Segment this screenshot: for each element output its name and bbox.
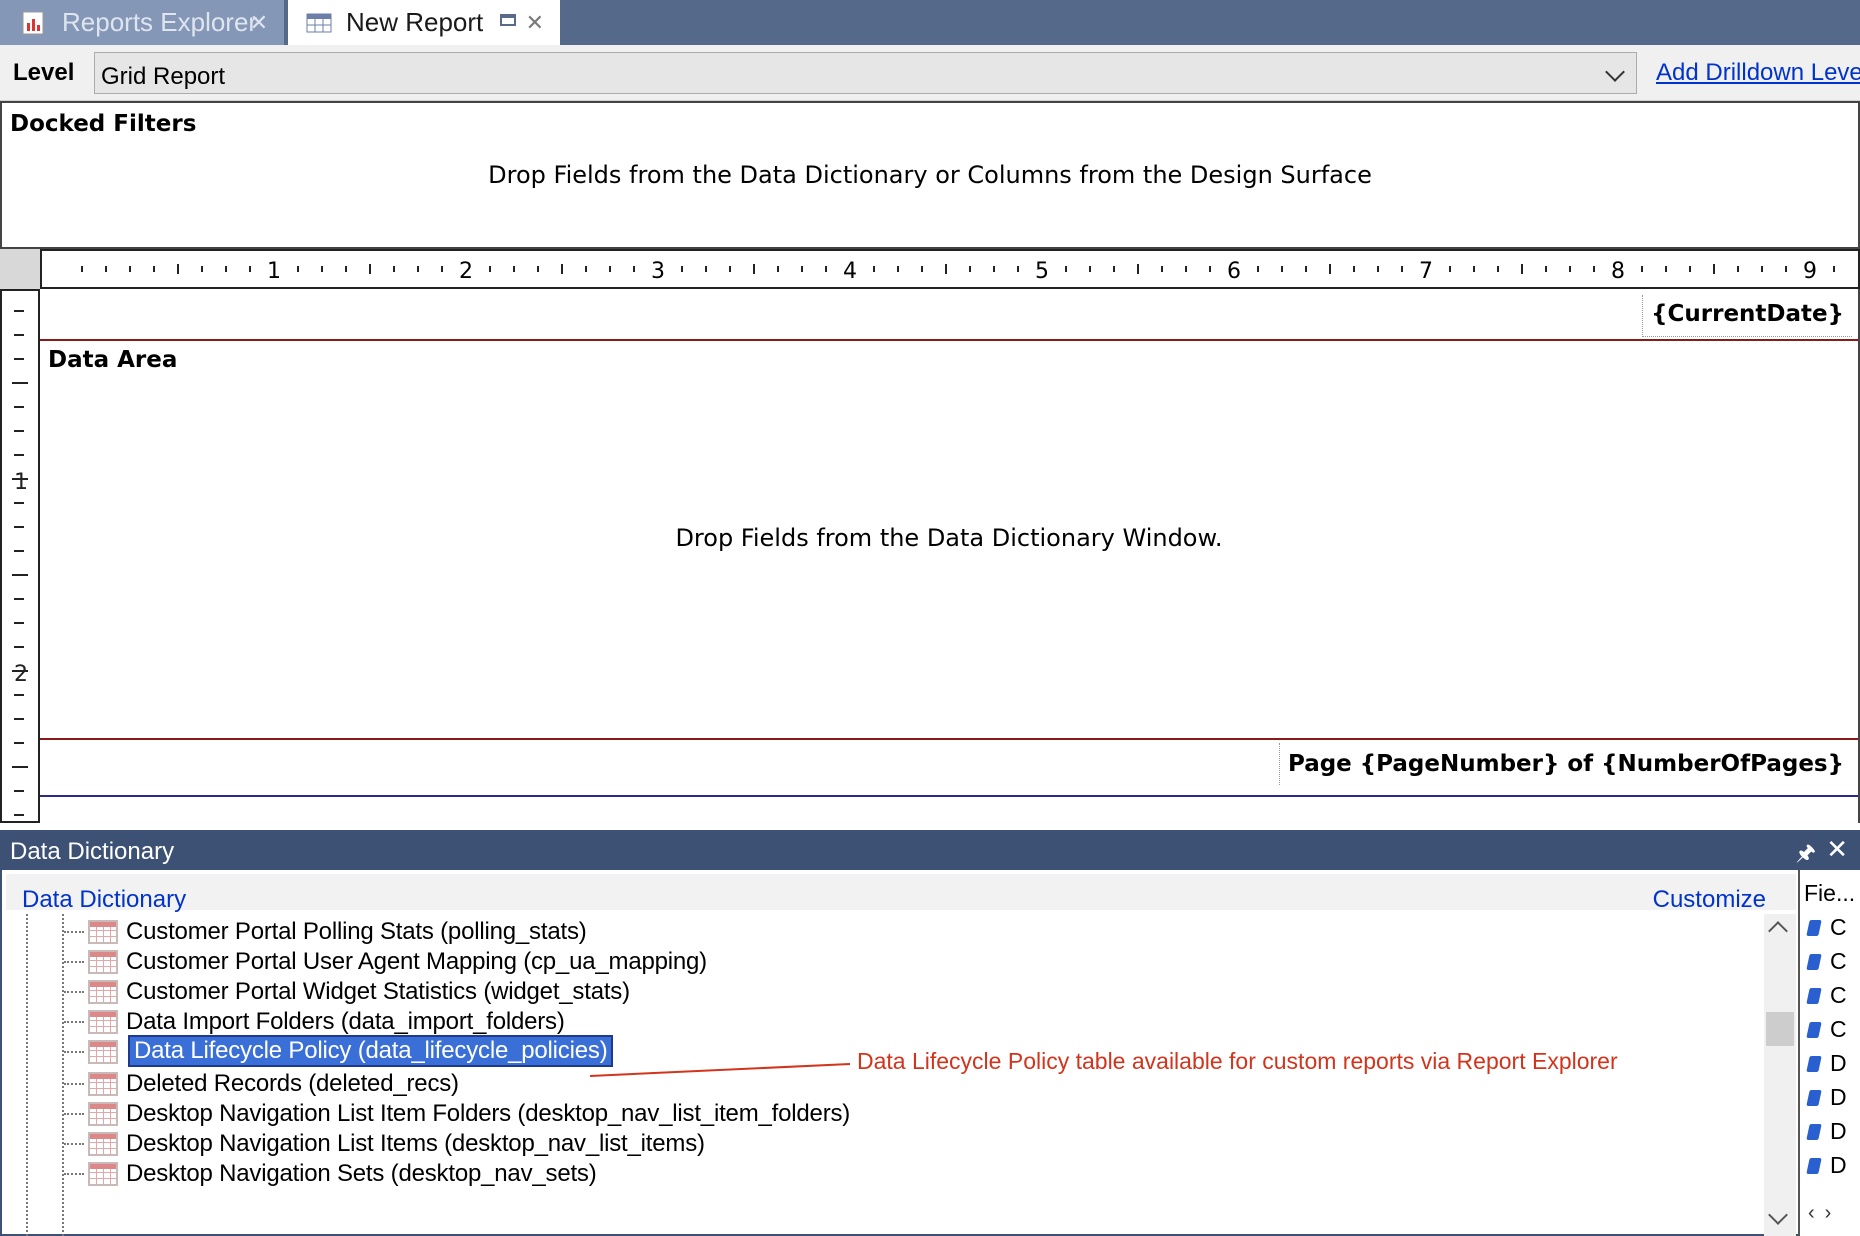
ruler-label: 1 (14, 470, 28, 495)
field-label: C (1830, 982, 1847, 1008)
table-icon (88, 1010, 118, 1034)
field-item[interactable]: C (1806, 1016, 1860, 1046)
field-icon (1806, 1124, 1822, 1140)
ruler-label: 5 (1035, 259, 1049, 284)
tree-item-label: Data Import Folders (data_import_folders… (126, 1008, 565, 1035)
docked-filters-title: Docked Filters (10, 111, 197, 137)
vertical-ruler: 12 (0, 289, 40, 823)
table-icon (88, 950, 118, 974)
scroll-thumb[interactable] (1766, 1012, 1794, 1046)
close-tab-icon[interactable]: ✕ (250, 10, 268, 36)
page-header-band[interactable]: {CurrentDate} (40, 289, 1858, 341)
pane-title: Data Dictionary (10, 838, 175, 865)
tab-label: Reports Explorer (62, 7, 258, 37)
tab-new-report[interactable]: New Report ✕ (288, 0, 560, 45)
field-item[interactable]: D (1806, 1152, 1860, 1182)
tree-item-label: Data Lifecycle Policy (data_lifecycle_po… (128, 1035, 614, 1067)
table-icon (88, 920, 118, 944)
field-item[interactable]: C (1806, 914, 1860, 944)
field-item[interactable]: D (1806, 1118, 1860, 1148)
data-dictionary-subheader: Data Dictionary Customize (6, 874, 1796, 913)
tree-item-label: Customer Portal User Agent Mapping (cp_u… (126, 948, 707, 975)
field-label: D (1830, 1152, 1847, 1178)
tree-item[interactable]: Desktop Navigation Sets (desktop_nav_set… (6, 1156, 1706, 1192)
data-dictionary-tree[interactable]: Customer Portal Polling Stats (polling_s… (6, 914, 1766, 1236)
report-bottom-divider (40, 795, 1858, 797)
field-label: C (1830, 948, 1847, 974)
fields-pane[interactable]: Fie... C C C C D D D D ‹› (1798, 870, 1860, 1236)
table-icon (88, 980, 118, 1004)
annotation-callout: Data Lifecycle Policy table available fo… (857, 1048, 1618, 1074)
data-dictionary-link[interactable]: Data Dictionary (22, 886, 186, 914)
scroll-up-icon[interactable] (1768, 921, 1788, 941)
table-icon (88, 1162, 118, 1186)
design-surface[interactable]: {CurrentDate} Data Area Drop Fields from… (40, 289, 1860, 823)
field-label: D (1830, 1084, 1847, 1110)
page-number-field[interactable]: Page {PageNumber} of {NumberOfPages} (1278, 743, 1852, 785)
field-label: C (1830, 1016, 1847, 1042)
current-date-field[interactable]: {CurrentDate} (1642, 295, 1852, 337)
table-icon (88, 1102, 118, 1126)
field-item[interactable]: C (1806, 948, 1860, 978)
tree-item-label: Desktop Navigation Sets (desktop_nav_set… (126, 1160, 597, 1187)
ruler-label: 7 (1419, 259, 1433, 284)
horizontal-ruler: 1 2 3 4 5 6 7 8 9 (40, 249, 1860, 289)
level-label: Level (13, 59, 75, 86)
field-icon (1806, 1022, 1822, 1038)
field-icon (1806, 920, 1822, 936)
table-icon (88, 1040, 118, 1064)
field-icon (1806, 1090, 1822, 1106)
close-tab-icon[interactable]: ✕ (526, 10, 544, 36)
add-drilldown-level-link[interactable]: Add Drilldown Level (1656, 59, 1860, 87)
ruler-label: 6 (1227, 259, 1241, 284)
field-item[interactable]: C (1806, 982, 1860, 1012)
customize-link[interactable]: Customize (1653, 886, 1766, 914)
fields-scroll-arrows-icon[interactable]: ‹› (1808, 1202, 1841, 1225)
fields-pane-header: Fie... (1804, 880, 1856, 906)
field-label: C (1830, 914, 1847, 940)
ruler-label: 8 (1611, 259, 1625, 284)
field-label: D (1830, 1050, 1847, 1076)
field-icon (1806, 988, 1822, 1004)
ruler-label: 1 (267, 259, 281, 284)
field-icon (1806, 1056, 1822, 1072)
field-label: D (1830, 1118, 1847, 1144)
tree-item-label: Deleted Records (deleted_recs) (126, 1070, 459, 1097)
close-icon[interactable]: ✕ (1826, 834, 1848, 865)
page-footer-divider (40, 738, 1858, 740)
field-item[interactable]: D (1806, 1084, 1860, 1114)
docked-filters-hint: Drop Fields from the Data Dictionary or … (488, 161, 1372, 189)
tree-item-label: Desktop Navigation List Item Folders (de… (126, 1100, 851, 1127)
docked-filters-panel[interactable]: Docked Filters Drop Fields from the Data… (0, 101, 1860, 249)
pin-icon[interactable]: 🖈 (1796, 836, 1816, 874)
level-toolbar: Level Grid Report Add Drilldown Level (0, 45, 1860, 101)
level-dropdown-value: Grid Report (101, 63, 226, 90)
level-dropdown[interactable]: Grid Report (94, 52, 1637, 94)
data-area-title: Data Area (48, 347, 178, 373)
chevron-down-icon[interactable] (1605, 62, 1625, 82)
ruler-label: 2 (14, 662, 28, 687)
tree-item-label: Desktop Navigation List Items (desktop_n… (126, 1130, 705, 1157)
tab-label: New Report (346, 7, 484, 37)
ruler-label: 3 (651, 259, 665, 284)
report-chart-icon (22, 11, 48, 35)
vertical-scrollbar[interactable] (1764, 914, 1796, 1236)
field-item[interactable]: D (1806, 1050, 1860, 1080)
ruler-corner (0, 249, 40, 289)
ruler-label: 4 (843, 259, 857, 284)
table-icon (88, 1072, 118, 1096)
report-grid-icon (306, 11, 332, 35)
table-icon (88, 1132, 118, 1156)
field-icon (1806, 954, 1822, 970)
ruler-label: 2 (459, 259, 473, 284)
tree-item-label: Customer Portal Widget Statistics (widge… (126, 978, 630, 1005)
float-window-icon[interactable] (500, 14, 516, 26)
scroll-down-icon[interactable] (1768, 1205, 1788, 1225)
tree-item-label: Customer Portal Polling Stats (polling_s… (126, 918, 587, 945)
ruler-label: 9 (1803, 259, 1817, 284)
data-dictionary-pane-header[interactable]: Data Dictionary 🖈 ✕ (0, 830, 1860, 870)
field-icon (1806, 1158, 1822, 1174)
data-area-hint: Drop Fields from the Data Dictionary Win… (675, 524, 1223, 552)
tab-reports-explorer[interactable]: Reports Explorer ✕ (0, 0, 284, 45)
